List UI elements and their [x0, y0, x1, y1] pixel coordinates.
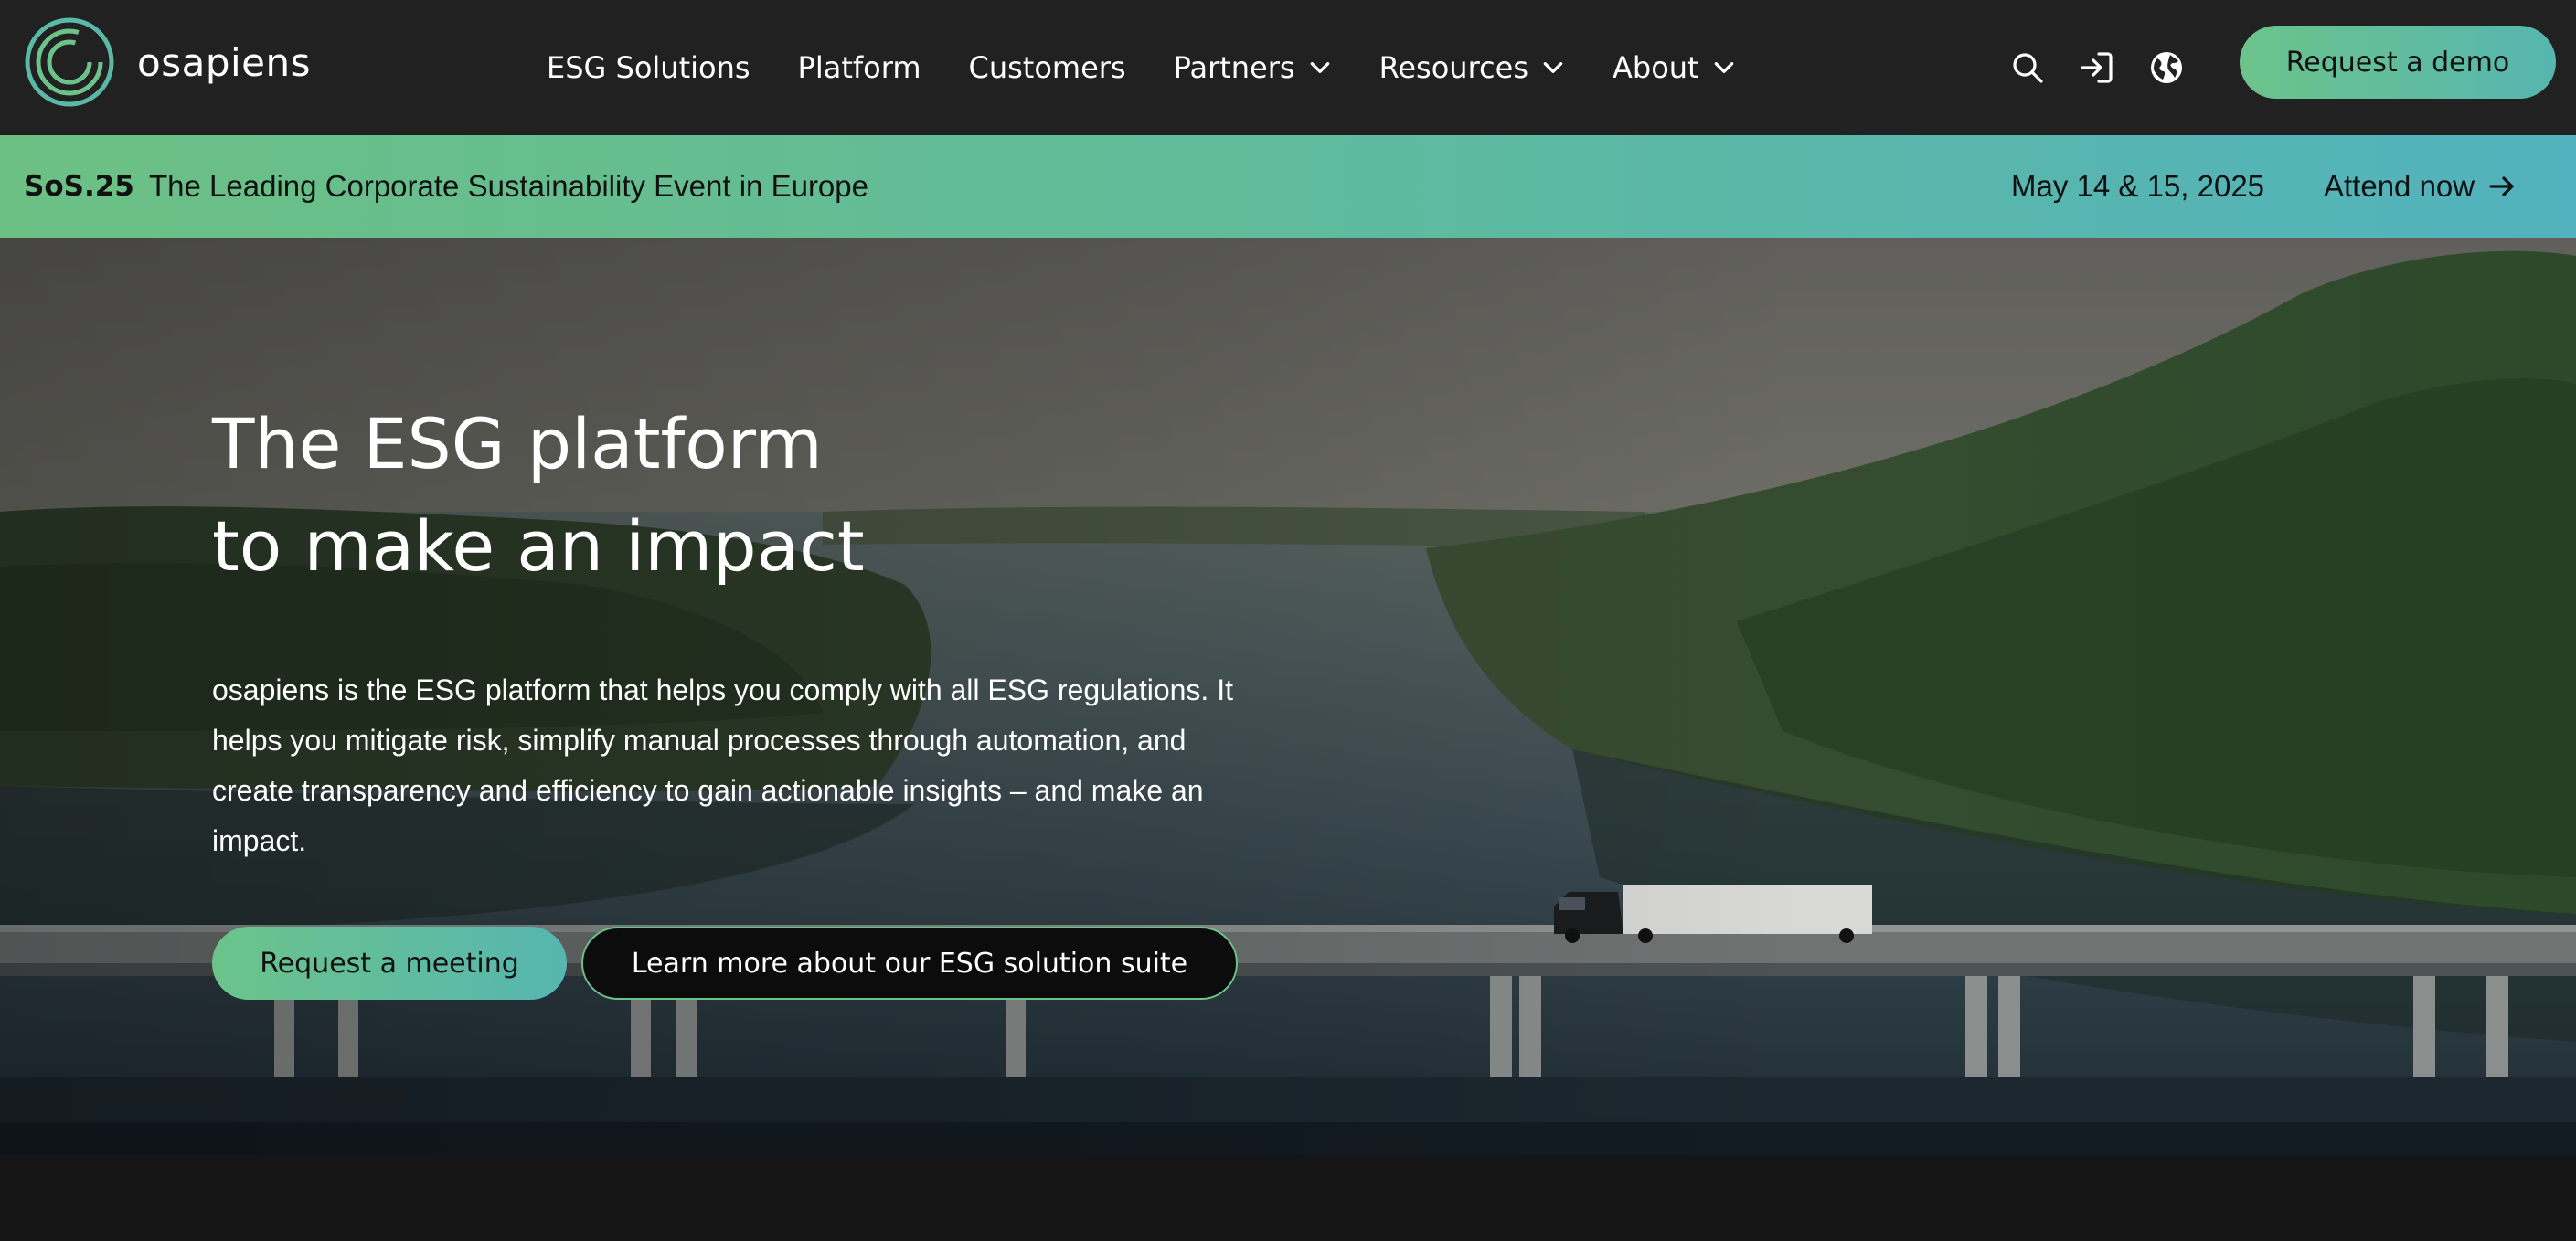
nav-item-customers[interactable]: Customers [968, 50, 1125, 85]
learn-more-button[interactable]: Learn more about our ESG solution suite [581, 927, 1238, 1000]
hero-heading: The ESG platform to make an impact [212, 393, 1309, 598]
language-button[interactable] [2146, 48, 2187, 88]
search-button[interactable] [2007, 48, 2048, 88]
event-tag: SoS.25 [24, 170, 134, 203]
arrow-right-icon [2489, 176, 2514, 196]
event-banner: SoS.25 The Leading Corporate Sustainabil… [0, 135, 2576, 238]
request-demo-button[interactable]: Request a demo [2240, 26, 2556, 99]
nav-utility-icons [2007, 0, 2216, 135]
search-icon [2013, 53, 2043, 83]
event-date: May 14 & 15, 2025 [2011, 169, 2265, 203]
login-icon [2081, 52, 2113, 83]
chevron-down-icon [1543, 62, 1563, 73]
hero-heading-line-1: The ESG platform [212, 403, 823, 484]
attend-now-label: Attend now [2324, 169, 2475, 203]
hero-section: The ESG platform to make an impact osapi… [0, 238, 2576, 1155]
nav-item-resources[interactable]: Resources [1379, 50, 1565, 85]
nav-item-label: Partners [1173, 50, 1295, 85]
next-section-strip [0, 1155, 2576, 1241]
nav-item-about[interactable]: About [1613, 50, 1736, 85]
login-button[interactable] [2077, 48, 2117, 88]
osapiens-logo-icon [25, 17, 114, 107]
nav-item-label: Customers [968, 50, 1126, 85]
nav-item-partners[interactable]: Partners [1174, 50, 1332, 85]
event-title: The Leading Corporate Sustainability Eve… [149, 169, 868, 203]
nav-item-label: ESG Solutions [547, 50, 750, 85]
attend-now-link[interactable]: Attend now [2324, 135, 2517, 238]
brand-logo[interactable]: osapiens [24, 16, 311, 108]
request-meeting-button[interactable]: Request a meeting [212, 927, 567, 1000]
brand-name: osapiens [137, 39, 311, 85]
hero-description: osapiens is the ESG platform that helps … [212, 674, 1233, 857]
nav-item-label: About [1612, 50, 1699, 85]
chevron-down-icon [1310, 62, 1329, 73]
hero-heading-line-2: to make an impact [212, 505, 865, 587]
chevron-down-icon [1714, 62, 1733, 73]
nav-item-label: Platform [797, 50, 921, 85]
nav-item-esg-solutions[interactable]: ESG Solutions [547, 50, 750, 85]
globe-icon [2151, 52, 2182, 83]
main-nav: ESG Solutions Platform Customers Partner… [547, 0, 1783, 135]
top-navbar: osapiens ESG Solutions Platform Customer… [0, 0, 2576, 135]
nav-item-label: Resources [1378, 50, 1528, 85]
nav-item-platform[interactable]: Platform [798, 50, 921, 85]
